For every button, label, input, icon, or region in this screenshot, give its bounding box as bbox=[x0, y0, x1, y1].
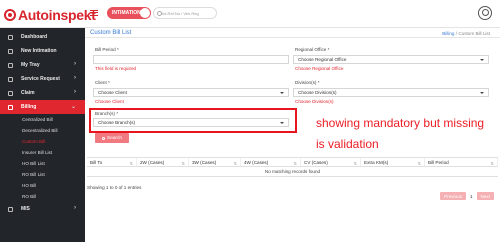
table-empty-row: No matching records found bbox=[87, 167, 498, 177]
sidebar-item-label: Billing bbox=[21, 104, 37, 110]
sidebar-item-label: My Tray bbox=[21, 62, 40, 68]
billing-icon bbox=[8, 104, 13, 110]
sort-icon: ⇅ bbox=[129, 161, 133, 166]
caret-down-icon bbox=[280, 92, 284, 94]
sidebar-item-billing[interactable]: Billing ⌄ bbox=[0, 100, 85, 114]
previous-button[interactable]: Previous bbox=[440, 192, 466, 200]
search-icon bbox=[101, 136, 105, 140]
regional-office-error: Choose Regional Office bbox=[295, 66, 344, 71]
client-value: Choose Client bbox=[98, 90, 127, 95]
sort-icon: ⇅ bbox=[353, 161, 357, 166]
sidebar-item-claim[interactable]: Claim › bbox=[0, 86, 85, 100]
results-table: Bill To ⇅ 2W (Cases) ⇅ 3W (Cases) ⇅ 4W (Cas… bbox=[87, 157, 498, 177]
bill-period-error: This field is required bbox=[95, 66, 137, 71]
toggle-knob bbox=[140, 8, 150, 18]
intimation-toggle[interactable]: INTIMATION bbox=[107, 7, 151, 19]
regional-office-select[interactable]: Choose Regional Office bbox=[293, 55, 489, 64]
claim-icon bbox=[8, 90, 13, 96]
intimation-label: INTIMATION bbox=[112, 10, 141, 16]
table-info: Showing 1 to 0 of 1 entries bbox=[87, 185, 142, 190]
division-select[interactable]: Choose Division(s) bbox=[293, 88, 489, 97]
chevron-right-icon: › bbox=[74, 75, 76, 81]
sidebar-item-mis[interactable]: MIS › bbox=[0, 202, 85, 216]
sort-icon: ⇅ bbox=[293, 161, 297, 166]
sidebar-item-label: New Intimation bbox=[21, 48, 57, 54]
sort-icon: ⇅ bbox=[490, 161, 494, 166]
sidebar-sub-ho-bill-list[interactable]: HO Bill List bbox=[0, 158, 85, 169]
sidebar-item-label: Service Request bbox=[21, 76, 60, 82]
menu-toggle-icon[interactable] bbox=[90, 10, 98, 16]
search-button-label: Search bbox=[106, 135, 123, 141]
brand-name: Autoinspekt bbox=[18, 7, 96, 23]
sidebar-sub-ho-bill[interactable]: HO Bill bbox=[0, 180, 85, 191]
division-error: Choose Division(s) bbox=[295, 99, 334, 104]
sidebar: Dashboard New Intimation My Tray › Servi… bbox=[0, 28, 85, 242]
division-value: Choose Division(s) bbox=[298, 90, 337, 95]
breadcrumb-billing-link[interactable]: Billing bbox=[442, 31, 454, 36]
search-placeholder: Int.Ref.No / Veh.Reg bbox=[162, 10, 199, 16]
column-header[interactable]: Extra KM(s) ⇅ bbox=[361, 158, 425, 166]
sort-icon: ⇅ bbox=[233, 161, 237, 166]
search-button[interactable]: Search bbox=[95, 133, 129, 143]
user-avatar-icon[interactable] bbox=[478, 6, 492, 20]
sidebar-item-label: Dashboard bbox=[21, 34, 48, 40]
logo-icon bbox=[4, 9, 16, 21]
service-icon bbox=[8, 76, 13, 82]
chevron-down-icon: ⌄ bbox=[70, 104, 76, 110]
annotation-line-1: showing mandatory but missing bbox=[316, 116, 485, 130]
pagination: Previous 1 Next bbox=[440, 192, 494, 200]
client-select[interactable]: Choose Client bbox=[93, 88, 289, 97]
client-label: Client * bbox=[95, 80, 110, 85]
annotation-highlight-box bbox=[89, 108, 297, 133]
brand-logo[interactable]: Autoinspekt bbox=[4, 7, 96, 23]
sidebar-item-label: Claim bbox=[21, 90, 35, 96]
dashboard-icon bbox=[8, 34, 13, 40]
top-bar: Autoinspekt INTIMATION Int.Ref.No / Veh.… bbox=[0, 0, 500, 28]
sidebar-item-label: MIS bbox=[21, 206, 30, 212]
chevron-right-icon: › bbox=[74, 61, 76, 67]
next-button[interactable]: Next bbox=[476, 192, 494, 200]
caret-down-icon bbox=[480, 59, 484, 61]
caret-down-icon bbox=[480, 92, 484, 94]
sidebar-sub-centralized-bill[interactable]: Centralized Bill bbox=[0, 114, 85, 125]
breadcrumb-separator: / bbox=[455, 31, 458, 36]
chevron-right-icon: › bbox=[74, 205, 76, 211]
page-header: Custom Bill List Billing / Custom Bill L… bbox=[85, 28, 500, 38]
page-number[interactable]: 1 bbox=[470, 194, 473, 199]
sort-icon: ⇅ bbox=[181, 161, 185, 166]
sidebar-item-dashboard[interactable]: Dashboard bbox=[0, 30, 85, 44]
sidebar-item-my-tray[interactable]: My Tray › bbox=[0, 58, 85, 72]
sidebar-item-service-request[interactable]: Service Request › bbox=[0, 72, 85, 86]
sidebar-sub-ro-bill[interactable]: RO Bill bbox=[0, 191, 85, 202]
main-panel: Custom Bill List Billing / Custom Bill L… bbox=[85, 28, 500, 242]
annotation-line-2: is validation bbox=[316, 137, 379, 151]
division-label: Division(s) * bbox=[295, 80, 320, 85]
breadcrumb-current: Custom Bill List bbox=[458, 31, 490, 36]
column-header[interactable]: 3W (Cases) ⇅ bbox=[189, 158, 241, 166]
page-title: Custom Bill List bbox=[90, 30, 132, 36]
client-error: Choose Client bbox=[95, 99, 124, 104]
sidebar-sub-ro-bill-list[interactable]: RO Bill List bbox=[0, 169, 85, 180]
column-header[interactable]: Bill Period ⇅ bbox=[425, 158, 498, 166]
column-header[interactable]: Bill To ⇅ bbox=[87, 158, 137, 166]
sidebar-sub-decentralized-bill[interactable]: Decentralized Bill bbox=[0, 125, 85, 136]
breadcrumb: Billing / Custom Bill List bbox=[442, 31, 490, 36]
tray-icon bbox=[8, 62, 13, 68]
sidebar-item-new-intimation[interactable]: New Intimation bbox=[0, 44, 85, 58]
search-input[interactable]: Int.Ref.No / Veh.Reg bbox=[153, 7, 217, 19]
column-header[interactable]: 2W (Cases) ⇅ bbox=[137, 158, 189, 166]
sidebar-sub-custom-bill[interactable]: Custom Bill bbox=[0, 136, 85, 147]
column-header[interactable]: 4W (Cases) ⇅ bbox=[241, 158, 301, 166]
plus-icon bbox=[8, 48, 13, 54]
sort-icon: ⇅ bbox=[417, 161, 421, 166]
regional-office-label: Regional Office * bbox=[295, 47, 330, 52]
chevron-right-icon: › bbox=[74, 89, 76, 95]
bill-period-label: Bill Period * bbox=[95, 47, 119, 52]
sidebar-sub-insurer-bill-list[interactable]: Insurer Bill List bbox=[0, 147, 85, 158]
column-header[interactable]: CV (Cases) ⇅ bbox=[301, 158, 361, 166]
mis-icon bbox=[8, 206, 13, 212]
bill-period-input[interactable] bbox=[93, 55, 289, 64]
table-header: Bill To ⇅ 2W (Cases) ⇅ 3W (Cases) ⇅ 4W (Cas… bbox=[87, 157, 498, 167]
regional-office-value: Choose Regional Office bbox=[298, 57, 347, 62]
